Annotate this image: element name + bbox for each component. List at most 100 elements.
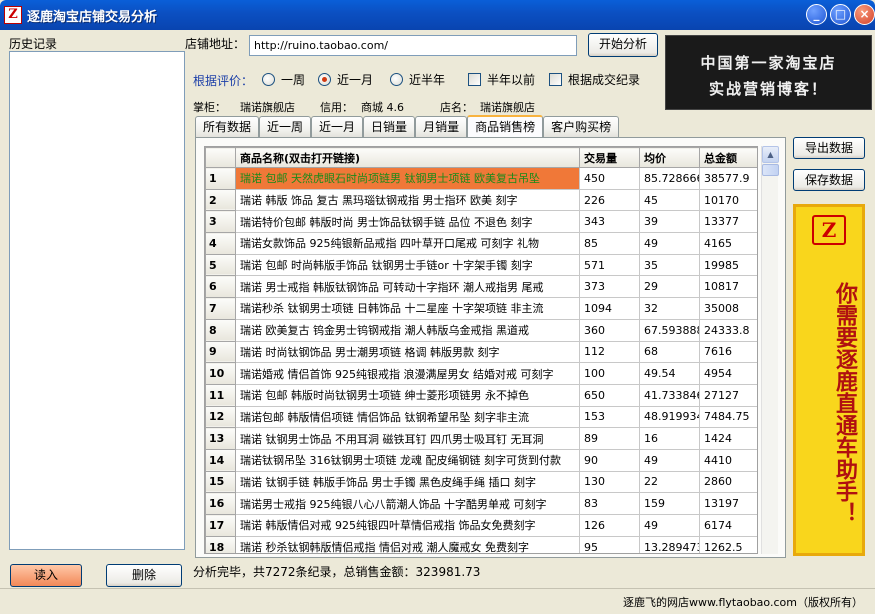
radio-month-indicator[interactable]: [318, 72, 331, 86]
avg-price-cell: 22: [639, 470, 700, 494]
blog-ad-banner[interactable]: 中国第一家淘宝店 实战营销博客！: [665, 35, 872, 110]
check-by-trade-record-box[interactable]: [549, 72, 562, 86]
check-by-trade-record[interactable]: 根据成交纪录: [549, 70, 640, 88]
grid-vertical-scrollbar[interactable]: ▲: [761, 146, 779, 554]
tab-all-data[interactable]: 所有数据: [195, 116, 260, 137]
tab-last-month[interactable]: 近一月: [311, 116, 364, 137]
row-number: 17: [205, 514, 236, 537]
total-amount-cell: 13377: [699, 210, 757, 234]
table-row[interactable]: 11 瑞诺 包邮 韩版时尚钛钢男士项链 绅士菱形项链男 永不掉色 650 41.733…: [205, 383, 757, 407]
product-name-cell[interactable]: 瑞诺 欧美复古 钨金男士钨钢戒指 潮人韩版乌金戒指 黑道戒: [235, 318, 580, 342]
title-bar[interactable]: Z 逐鹿淘宝店铺交易分析 _ □ ×: [0, 0, 875, 30]
row-number: 7: [205, 297, 236, 320]
product-name-cell[interactable]: 瑞诺 男士戒指 韩版钛钢饰品 可转动十字指环 潮人戒指男 尾戒: [235, 275, 580, 299]
table-row[interactable]: 17 瑞诺 韩版情侣对戒 925纯银四叶草情侣戒指 饰品女免费刻字 126 49 617…: [205, 514, 757, 537]
table-row[interactable]: 14 瑞诺钛钢吊坠 316钛钢男士项链 龙魂 配皮绳钢链 刻字可货到付款 90 49 4…: [205, 448, 757, 472]
product-name-cell[interactable]: 瑞诺钛钢吊坠 316钛钢男士项链 龙魂 配皮绳钢链 刻字可货到付款: [235, 448, 580, 472]
column-header-total-amount[interactable]: 总金额: [699, 147, 757, 168]
table-row[interactable]: 6 瑞诺 男士戒指 韩版钛钢饰品 可转动十字指环 潮人戒指男 尾戒 373 29 108…: [205, 275, 757, 299]
product-name-cell[interactable]: 瑞诺 钛钢男士饰品 不用耳洞 磁铁耳钉 四爪男士吸耳钉 无耳洞: [235, 427, 580, 450]
trade-volume-cell: 226: [579, 188, 640, 212]
row-number: 3: [205, 210, 236, 234]
history-label: 历史记录: [9, 37, 58, 51]
delete-button[interactable]: 删除: [106, 564, 182, 587]
table-row[interactable]: 9 瑞诺 时尚钛钢饰品 男士潮男项链 格调 韩版男款 刻字 112 68 7616: [205, 340, 757, 364]
product-name-cell[interactable]: 瑞诺 钛钢手链 韩版手饰品 男士手镯 黑色皮绳手绳 插口 刻字: [235, 470, 580, 494]
table-row[interactable]: 16 瑞诺男士戒指 925纯银八心八箭潮人饰品 十字酷男单戒 可刻字 83 159 13…: [205, 492, 757, 515]
footer-copyright-link[interactable]: 逐鹿飞的网店www.flytaobao.com（版权所有）: [623, 594, 863, 610]
radio-week-indicator[interactable]: [262, 72, 275, 86]
column-header-rownum: [205, 147, 236, 168]
tab-last-week[interactable]: 近一周: [259, 116, 312, 137]
radio-week-label: 一周: [281, 72, 306, 87]
save-data-button[interactable]: 保存数据: [793, 169, 865, 191]
start-analysis-button[interactable]: 开始分析: [588, 33, 658, 57]
product-name-cell[interactable]: 瑞诺 时尚钛钢饰品 男士潮男项链 格调 韩版男款 刻字: [235, 340, 580, 364]
product-name-cell[interactable]: 瑞诺 韩版情侣对戒 925纯银四叶草情侣戒指 饰品女免费刻字: [235, 514, 580, 537]
history-list[interactable]: [9, 51, 185, 550]
table-row[interactable]: 10 瑞诺婚戒 情侣首饰 925纯银戒指 浪漫满屋男女 结婚对戒 可刻字 100 49…: [205, 362, 757, 385]
scroll-thumb[interactable]: [762, 164, 779, 176]
row-number: 10: [205, 362, 236, 385]
table-row[interactable]: 5 瑞诺 包邮 时尚韩版手饰品 钛钢男士手链or 十字架手镯 刻字 571 35 199…: [205, 253, 757, 277]
product-name-cell[interactable]: 瑞诺婚戒 情侣首饰 925纯银戒指 浪漫满屋男女 结婚对戒 可刻字: [235, 362, 580, 385]
product-sales-grid[interactable]: 商品名称(双击打开链接) 交易量 均价 总金额 1 瑞诺 包邮 天然虎眼石时尚项链…: [204, 146, 758, 554]
table-row[interactable]: 2 瑞诺 韩版 饰品 复古 黑玛瑙钛钢戒指 男士指环 欧美 刻字 226 45 1017…: [205, 188, 757, 212]
tab-customer-ranking[interactable]: 客户购买榜: [543, 116, 620, 137]
product-name-cell[interactable]: 瑞诺 包邮 韩版时尚钛钢男士项链 绅士菱形项链男 永不掉色: [235, 383, 580, 407]
table-row[interactable]: 7 瑞诺秒杀 钛钢男士项链 日韩饰品 十二星座 十字架项链 非主流 1094 32 35…: [205, 297, 757, 320]
column-header-avg-price[interactable]: 均价: [639, 147, 700, 168]
table-row[interactable]: 13 瑞诺 钛钢男士饰品 不用耳洞 磁铁耳钉 四爪男士吸耳钉 无耳洞 89 16 142…: [205, 427, 757, 450]
minimize-button[interactable]: _: [806, 4, 827, 25]
trade-volume-cell: 450: [579, 167, 640, 190]
table-row[interactable]: 3 瑞诺特价包邮 韩版时尚 男士饰品钛钢手链 品位 不退色 刻字 343 39 1337…: [205, 210, 757, 234]
close-button[interactable]: ×: [854, 4, 875, 25]
table-row[interactable]: 1 瑞诺 包邮 天然虎眼石时尚项链男 钛钢男士项链 欧美复古吊坠 450 85.728…: [205, 167, 757, 190]
tab-daily-sales[interactable]: 日销量: [363, 116, 416, 137]
table-row[interactable]: 15 瑞诺 钛钢手链 韩版手饰品 男士手镯 黑色皮绳手绳 插口 刻字 130 22 28…: [205, 470, 757, 494]
shop-url-label: 店铺地址：: [185, 37, 246, 51]
product-name-cell[interactable]: 瑞诺男士戒指 925纯银八心八箭潮人饰品 十字酷男单戒 可刻字: [235, 492, 580, 515]
side-ad-banner[interactable]: Z 你需要逐鹿直通车助手！: [793, 204, 865, 556]
trade-volume-cell: 90: [579, 448, 640, 472]
table-row[interactable]: 18 瑞诺 秒杀钛钢韩版情侣戒指 情侣对戒 潮人魔戒女 免费刻字 95 13.2894…: [205, 535, 757, 553]
column-header-product-name[interactable]: 商品名称(双击打开链接): [235, 147, 580, 168]
trade-volume-cell: 1094: [579, 297, 640, 320]
shop-url-input[interactable]: [249, 35, 577, 56]
maximize-button[interactable]: □: [830, 4, 851, 25]
row-number: 6: [205, 275, 236, 299]
radio-week[interactable]: 一周: [262, 70, 305, 88]
table-row[interactable]: 8 瑞诺 欧美复古 钨金男士钨钢戒指 潮人韩版乌金戒指 黑道戒 360 67.5938…: [205, 318, 757, 342]
check-before-halfyear-box[interactable]: [468, 72, 481, 86]
radio-month[interactable]: 近一月: [318, 70, 373, 88]
product-name-cell[interactable]: 瑞诺包邮 韩版情侣项链 情侣饰品 钛钢希望吊坠 刻字非主流: [235, 405, 580, 429]
avg-price-cell: 68: [639, 340, 700, 364]
table-row[interactable]: 4 瑞诺女款饰品 925纯银新品戒指 四叶草开口尾戒 可刻字 礼物 85 49 4165: [205, 232, 757, 255]
column-header-trade-volume[interactable]: 交易量: [579, 147, 640, 168]
check-before-halfyear[interactable]: 半年以前: [468, 70, 535, 88]
table-row[interactable]: 12 瑞诺包邮 韩版情侣项链 情侣饰品 钛钢希望吊坠 刻字非主流 153 48.919…: [205, 405, 757, 429]
product-name-cell[interactable]: 瑞诺特价包邮 韩版时尚 男士饰品钛钢手链 品位 不退色 刻字: [235, 210, 580, 234]
check-before-halfyear-label: 半年以前: [487, 72, 536, 87]
scroll-up-arrow-icon[interactable]: ▲: [762, 146, 779, 163]
product-name-cell[interactable]: 瑞诺秒杀 钛钢男士项链 日韩饰品 十二星座 十字架项链 非主流: [235, 297, 580, 320]
rating-label: 根据评价：: [193, 74, 254, 88]
product-name-cell[interactable]: 瑞诺 韩版 饰品 复古 黑玛瑙钛钢戒指 男士指环 欧美 刻字: [235, 188, 580, 212]
product-name-cell[interactable]: 瑞诺 包邮 天然虎眼石时尚项链男 钛钢男士项链 欧美复古吊坠: [235, 167, 580, 190]
avg-price-cell: 49: [639, 514, 700, 537]
export-data-button[interactable]: 导出数据: [793, 137, 865, 159]
tab-monthly-sales[interactable]: 月销量: [415, 116, 468, 137]
total-amount-cell: 10170: [699, 188, 757, 212]
radio-halfyear[interactable]: 近半年: [390, 70, 445, 88]
product-name-cell[interactable]: 瑞诺 秒杀钛钢韩版情侣戒指 情侣对戒 潮人魔戒女 免费刻字: [235, 535, 580, 553]
trade-volume-cell: 130: [579, 470, 640, 494]
total-amount-cell: 1424: [699, 427, 757, 450]
avg-price-cell: 85.7286666: [639, 167, 700, 190]
row-number: 11: [205, 383, 236, 407]
table-header-row: 商品名称(双击打开链接) 交易量 均价 总金额: [205, 147, 757, 168]
radio-halfyear-indicator[interactable]: [390, 72, 403, 86]
tab-product-ranking[interactable]: 商品销售榜: [467, 115, 544, 137]
product-name-cell[interactable]: 瑞诺 包邮 时尚韩版手饰品 钛钢男士手链or 十字架手镯 刻字: [235, 253, 580, 277]
load-button[interactable]: 读入: [10, 564, 82, 587]
product-name-cell[interactable]: 瑞诺女款饰品 925纯银新品戒指 四叶草开口尾戒 可刻字 礼物: [235, 232, 580, 255]
